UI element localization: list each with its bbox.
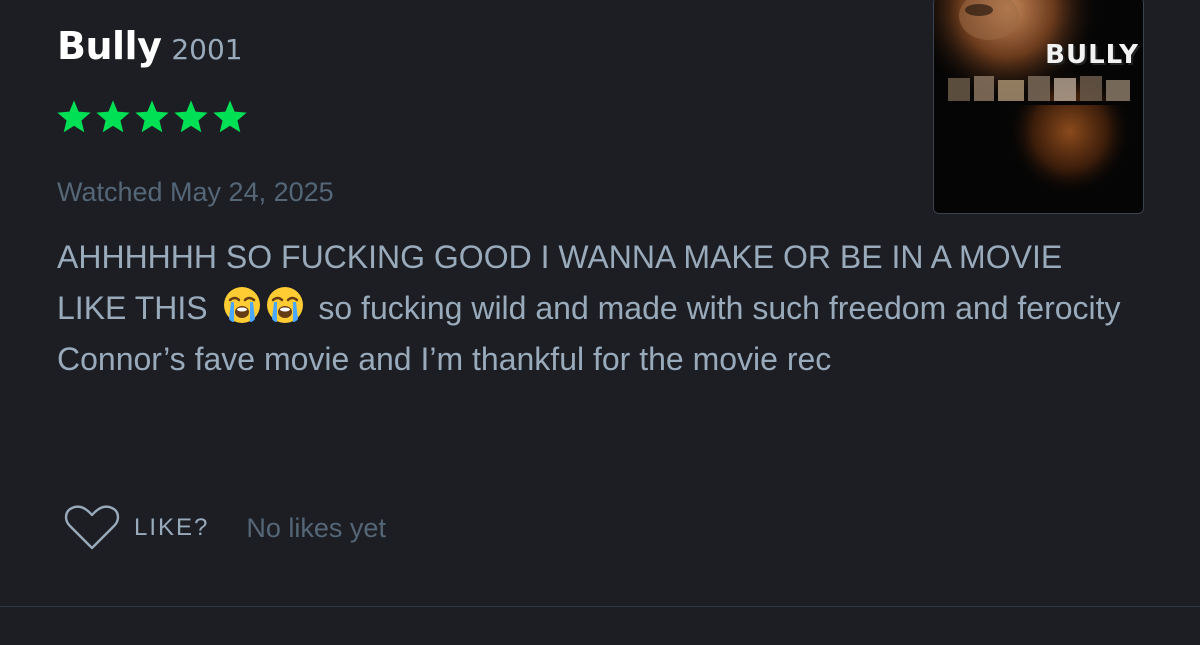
review-body: AHHHHHH SO FUCKING GOOD I WANNA MAKE OR … — [57, 232, 1137, 385]
review-text-part-2: so fucking wild and made with such freed… — [318, 290, 1121, 326]
star-rating — [55, 98, 249, 136]
loudly-crying-face-icon — [267, 287, 304, 323]
review-card: Bully 2001 Watched May 24, 2025 AHHHHHH … — [0, 0, 1200, 606]
film-year[interactable]: 2001 — [171, 33, 242, 66]
star-icon — [213, 100, 247, 133]
film-poster[interactable]: BULLY — [934, 0, 1143, 213]
emoji-group — [222, 285, 305, 325]
review-actions: LIKE? No likes yet — [64, 505, 386, 551]
poster-artwork — [934, 0, 1143, 213]
film-title-row: Bully 2001 — [57, 24, 243, 68]
watched-date: Watched May 24, 2025 — [57, 177, 334, 207]
film-title[interactable]: Bully — [57, 24, 162, 68]
review-paragraph-1: AHHHHHH SO FUCKING GOOD I WANNA MAKE OR … — [57, 232, 1137, 334]
star-icon — [135, 100, 169, 133]
heart-icon[interactable] — [64, 505, 120, 551]
divider — [0, 606, 1200, 607]
star-icon — [96, 100, 130, 133]
poster-title: BULLY — [1045, 40, 1139, 70]
star-icon — [174, 100, 208, 133]
star-icon — [57, 100, 91, 133]
loudly-crying-face-icon — [224, 287, 261, 323]
review-paragraph-2: Connor’s fave movie and I’m thankful for… — [57, 341, 832, 377]
like-button[interactable]: LIKE? — [134, 514, 209, 542]
likes-count: No likes yet — [246, 512, 386, 543]
